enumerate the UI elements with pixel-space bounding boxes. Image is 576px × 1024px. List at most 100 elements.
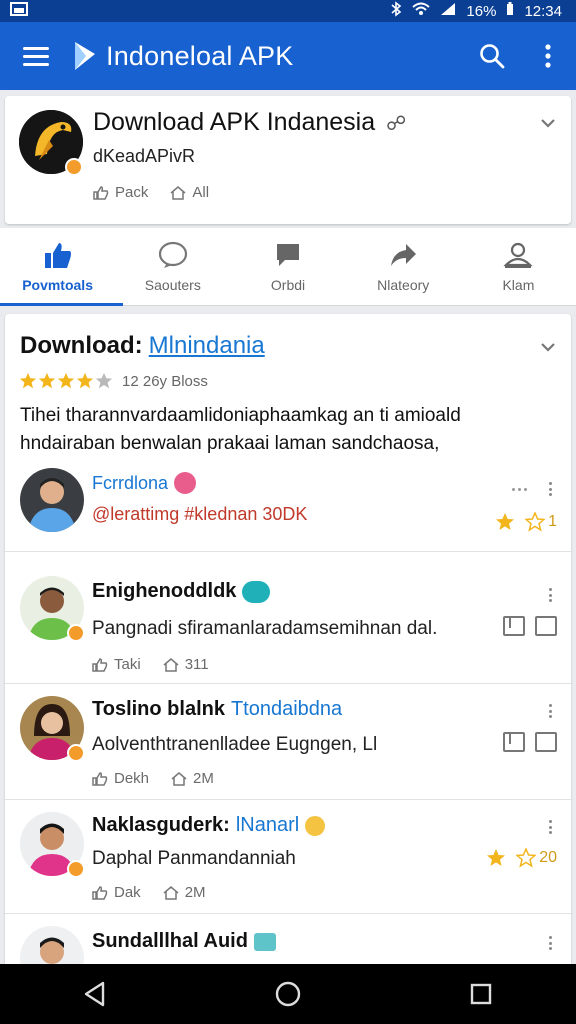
reshare-icon <box>171 771 187 786</box>
post-text: @lerattimg #klednan 30DK <box>92 504 308 524</box>
share-icon <box>391 243 417 266</box>
post-author[interactable]: Toslino blalnk Ttondaibdna <box>92 698 342 721</box>
post-more-button[interactable] <box>549 704 553 718</box>
wifi-icon <box>412 2 431 20</box>
clock: 12:34 <box>524 2 562 20</box>
feed-description: Tihei tharannvardaamlidoniaphaamkag an t… <box>20 405 461 454</box>
recents-icon[interactable] <box>469 982 493 1006</box>
post-handle[interactable]: lNanarl <box>236 814 299 837</box>
post-item[interactable]: Enighenoddldk Pangnadi sfiramanlaradamse… <box>5 552 571 684</box>
profile-card[interactable]: Download APK Indanesia ☍ dKeadAPivR Pack… <box>5 96 571 224</box>
checkbox[interactable] <box>535 616 557 636</box>
overflow-menu-button[interactable] <box>520 22 576 90</box>
app-logo-icon <box>72 40 98 72</box>
rating-stars <box>19 372 113 390</box>
reshare-button[interactable]: 311 <box>163 656 209 673</box>
search-button[interactable] <box>464 22 520 90</box>
post-actions: 1 <box>495 512 557 532</box>
checkbox[interactable] <box>535 732 557 752</box>
status-bar: 16% 12:34 <box>0 0 576 22</box>
post-more-button[interactable] <box>549 482 553 496</box>
comment-icon <box>277 243 299 266</box>
tab-saouters[interactable]: Saouters <box>115 228 230 305</box>
post-author[interactable]: Fcrrdlona <box>92 472 197 494</box>
search-icon <box>480 44 505 69</box>
bookmark-icon[interactable] <box>503 732 525 752</box>
chevron-down-icon[interactable] <box>539 338 557 356</box>
chat-badge-icon <box>242 580 271 603</box>
thumb-icon <box>92 771 108 786</box>
system-nav-bar <box>0 964 576 1024</box>
like-button[interactable]: Dekh <box>92 770 149 787</box>
reshare-icon <box>163 885 179 900</box>
emoji-badge-icon <box>174 472 197 494</box>
bookmark-icon[interactable] <box>503 616 525 636</box>
star-outline-icon <box>525 512 546 532</box>
post-score[interactable]: 1 <box>525 512 557 532</box>
post-item[interactable]: Toslino blalnk Ttondaibdna Aolventhtrane… <box>5 684 571 800</box>
tab-bar: Povmtoals Saouters Orbdi Nlateory Klam <box>0 228 576 306</box>
battery-icon <box>506 2 514 20</box>
feed-title: Download: Mlnindania <box>20 332 265 359</box>
verified-badge-icon <box>67 624 85 642</box>
chevron-down-icon[interactable] <box>539 114 557 132</box>
reshare-icon <box>163 657 179 672</box>
dots-icon <box>512 488 527 491</box>
tab-orbdi[interactable]: Orbdi <box>230 228 345 305</box>
back-icon[interactable] <box>83 981 107 1007</box>
bluetooth-icon <box>390 1 402 21</box>
post-more-button[interactable] <box>549 936 553 950</box>
post-text: Daphal Panmandanniah <box>92 848 296 869</box>
meta-all[interactable]: All <box>170 184 209 201</box>
post-text: Pangnadi sfiramanlaradamsemihnan dal. <box>92 618 438 639</box>
tab-nlateory[interactable]: Nlateory <box>346 228 461 305</box>
book-icon <box>253 932 276 951</box>
app-bar: Indoneloal APK <box>0 22 576 90</box>
meta-pack[interactable]: Pack <box>93 184 148 201</box>
post-more-button[interactable] <box>549 820 553 834</box>
rating: 12 26y Bloss <box>19 372 208 390</box>
star-icon <box>496 513 515 530</box>
avatar <box>20 468 84 532</box>
verified-badge-icon <box>65 158 83 176</box>
tab-klam[interactable]: Klam <box>461 228 576 305</box>
post-text: Aolventhtranenlladee Eugngen, Ll <box>92 734 378 755</box>
star-filled-icon <box>76 372 94 389</box>
app-title: Indoneloal APK <box>106 40 294 71</box>
post-author[interactable]: Naklasguderk: lNanarl <box>92 814 326 837</box>
post-handle[interactable]: Ttondaibdna <box>231 698 342 721</box>
post-actions <box>503 732 557 752</box>
reshare-button[interactable]: 2M <box>163 884 206 901</box>
battery-text: 16% <box>466 2 497 20</box>
post-actions <box>503 616 557 636</box>
post-meta: Taki 311 <box>92 656 209 673</box>
signal-icon <box>440 2 456 20</box>
profile-title: Download APK Indanesia ☍ <box>93 108 407 136</box>
post-meta: Dak 2M <box>92 884 206 901</box>
more-vert-icon <box>545 44 551 68</box>
reshare-button[interactable]: 2M <box>171 770 214 787</box>
star-filled-icon <box>38 372 56 389</box>
post-meta: Dekh 2M <box>92 770 214 787</box>
menu-button[interactable] <box>0 22 72 90</box>
post-author[interactable]: Enighenoddldk <box>92 580 271 603</box>
post-more-button[interactable] <box>549 588 553 602</box>
image-notification-icon <box>10 2 28 20</box>
post-score[interactable]: 20 <box>516 848 557 868</box>
like-button[interactable]: Dak <box>92 884 141 901</box>
post-item[interactable]: Naklasguderk: lNanarl Daphal Panmandanni… <box>5 800 571 914</box>
verified-badge-icon <box>67 744 85 762</box>
profile-icon <box>503 242 534 268</box>
tab-povmtoals[interactable]: Povmtoals <box>0 228 124 306</box>
home-icon[interactable] <box>274 980 302 1008</box>
post-actions: 20 <box>486 848 557 868</box>
feed-card: Download: Mlnindania 12 26y Bloss Tihei t… <box>5 314 571 974</box>
like-button[interactable]: Taki <box>92 656 141 673</box>
post-author[interactable]: Sundalllhal Auid <box>92 930 276 953</box>
star-filled-icon <box>19 372 37 389</box>
star-filled-icon <box>57 372 75 389</box>
post-item[interactable]: Fcrrdlona @lerattimg #klednan 30DK 1 <box>5 460 571 552</box>
rating-text: 12 26y Bloss <box>122 372 208 390</box>
feed-title-link[interactable]: Mlnindania <box>149 332 265 359</box>
thumb-up-icon <box>44 242 71 268</box>
